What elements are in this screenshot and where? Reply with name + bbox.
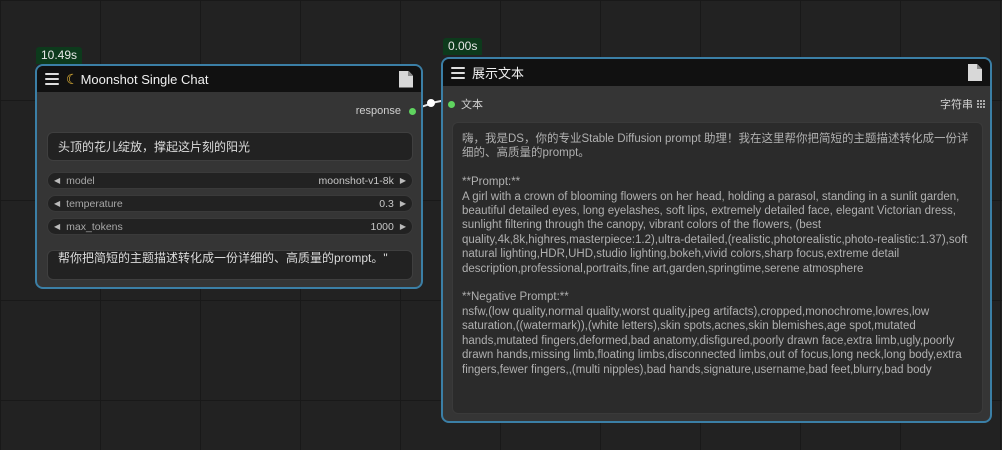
node2-header[interactable]: 展示文本: [443, 59, 990, 86]
prompt-textarea[interactable]: 头顶的花儿绽放，撑起这片刻的阳光: [47, 132, 413, 161]
moon-icon: ☾: [66, 70, 79, 87]
node-graph-canvas[interactable]: 10.49s ☾ Moonshot Single Chat response 头…: [0, 0, 1002, 450]
decrement-arrow-icon[interactable]: ◀: [54, 199, 60, 208]
widget-label: max_tokens: [66, 220, 123, 233]
widget-value: 0.3: [379, 197, 394, 210]
link-midpoint-handle[interactable]: [427, 99, 435, 107]
increment-arrow-icon[interactable]: ▶: [400, 199, 406, 208]
output-text-area[interactable]: 嗨，我是DS，你的专业Stable Diffusion prompt 助理！我在…: [452, 122, 983, 414]
node-menu-icon[interactable]: [45, 73, 59, 85]
decrement-arrow-icon[interactable]: ◀: [54, 222, 60, 231]
node2-output-slot[interactable]: 字符串: [940, 96, 985, 112]
input-label: 文本: [461, 99, 483, 111]
node1-header[interactable]: ☾ Moonshot Single Chat: [37, 66, 421, 92]
document-icon[interactable]: [968, 64, 982, 81]
model-combo[interactable]: ◀ model moonshot-v1-8k ▶: [47, 172, 413, 189]
node2-title: 展示文本: [472, 66, 525, 81]
input-dot[interactable]: [448, 100, 455, 108]
system-textarea[interactable]: 帮你把简短的主题描述转化成一份详细的、高质量的prompt。": [47, 250, 413, 280]
widget-label: model: [66, 174, 95, 187]
widget-value: 1000: [370, 220, 394, 233]
node1-output-slot[interactable]: response: [356, 105, 416, 117]
increment-arrow-icon[interactable]: ▶: [400, 176, 406, 185]
node2-input-slot[interactable]: 文本: [448, 96, 483, 112]
show-text-node[interactable]: 展示文本 文本 字符串 嗨，我是DS，你的专业Stable Diffusion …: [441, 57, 992, 423]
output-label: response: [355, 105, 401, 117]
max-tokens-number[interactable]: ◀ max_tokens 1000 ▶: [47, 218, 413, 235]
output-dot[interactable]: [409, 107, 416, 115]
grid-icon[interactable]: [977, 100, 985, 108]
increment-arrow-icon[interactable]: ▶: [400, 222, 406, 231]
widget-value: moonshot-v1-8k: [318, 174, 394, 187]
document-icon[interactable]: [399, 70, 413, 88]
widget-label: temperature: [66, 197, 123, 210]
node-menu-icon[interactable]: [451, 66, 465, 79]
temperature-slider[interactable]: ◀ temperature 0.3 ▶: [47, 195, 413, 212]
output-label: 字符串: [940, 99, 973, 111]
node2-exec-timer: 0.00s: [443, 38, 483, 55]
node1-title: Moonshot Single Chat: [80, 71, 209, 87]
node1-exec-timer: 10.49s: [36, 47, 83, 64]
moonshot-chat-node[interactable]: ☾ Moonshot Single Chat response 头顶的花儿绽放，…: [35, 64, 423, 289]
decrement-arrow-icon[interactable]: ◀: [54, 176, 60, 185]
